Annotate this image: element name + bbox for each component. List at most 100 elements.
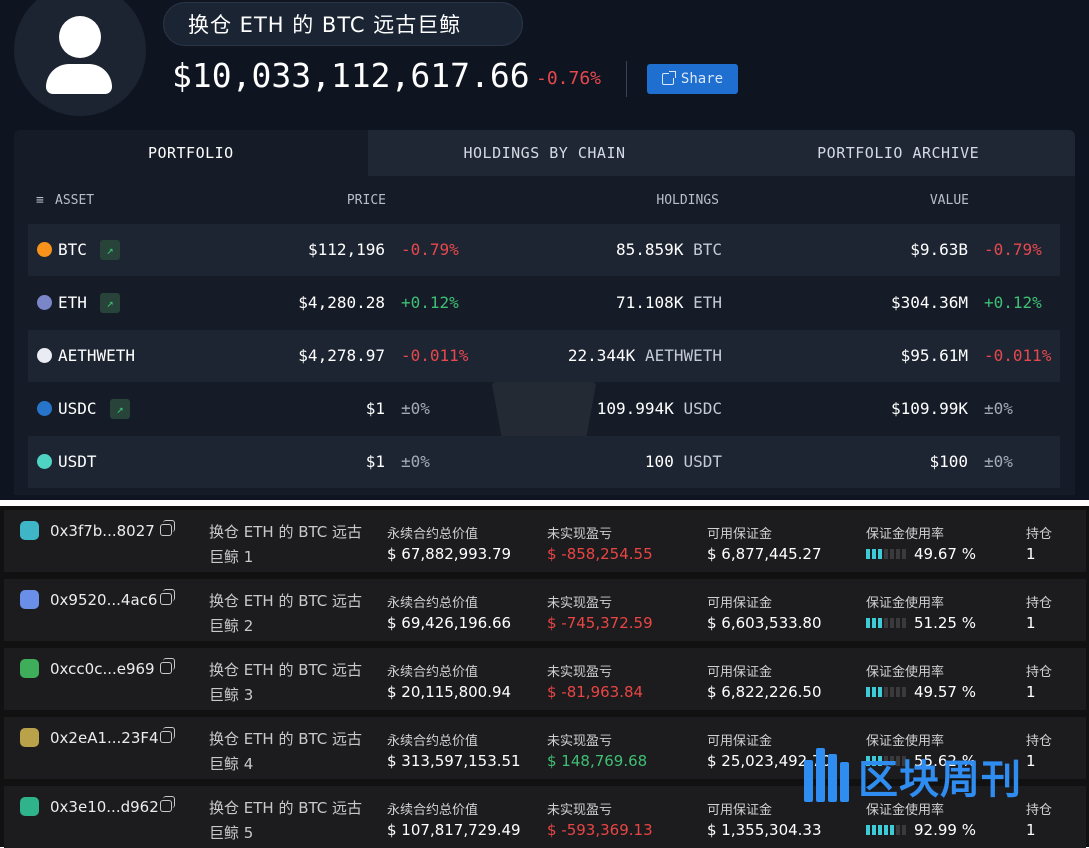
- copy-icon[interactable]: [160, 589, 175, 605]
- trend-chart-icon[interactable]: ↗: [110, 399, 130, 419]
- margin-label: 可用保证金: [707, 803, 773, 818]
- wallet-avatar-icon: [20, 521, 39, 540]
- wallet-name-line1: 换仓 ETH 的 BTC 远古: [209, 592, 363, 610]
- holdings-unit: ETH: [693, 293, 722, 312]
- wallet-avatar-icon: [20, 590, 39, 609]
- holdings-cell: 109.994K USDC: [597, 399, 722, 418]
- aave-weth-icon: [37, 348, 52, 363]
- asset-symbol[interactable]: USDT: [58, 452, 97, 471]
- asset-symbol[interactable]: ETH: [58, 293, 87, 312]
- count-label: 持仓: [1026, 596, 1053, 611]
- wallet-name-line1: 换仓 ETH 的 BTC 远古: [209, 661, 363, 679]
- count-label: 持仓: [1026, 803, 1053, 818]
- util-value: 51.25 %: [914, 614, 976, 632]
- column-holdings[interactable]: HOLDINGS: [656, 193, 719, 208]
- wallet-address[interactable]: 0x3f7b...8027: [50, 522, 155, 540]
- ethereum-icon: [37, 295, 52, 310]
- total-change: -0.76%: [536, 68, 602, 89]
- count-label: 持仓: [1026, 527, 1053, 542]
- holdings-unit: AETHWETH: [644, 346, 722, 365]
- table-row[interactable]: BTC ↗ $112,196 -0.79% 85.859K BTC $9.63B -0.79…: [28, 224, 1060, 276]
- notional-value: $ 67,882,993.79: [387, 545, 512, 563]
- portfolio-panel: PORTFOLIO HOLDINGS BY CHAIN PORTFOLIO AR…: [14, 130, 1075, 495]
- wallet-name-line2: 巨鲸 4: [209, 755, 254, 773]
- asset-value: $304.36M: [890, 293, 968, 312]
- upnl-label: 未实现盈亏: [547, 596, 613, 611]
- asset-value: $9.63B: [910, 240, 968, 259]
- wallet-name-line1: 换仓 ETH 的 BTC 远古: [209, 523, 363, 541]
- wallet-address[interactable]: 0x9520...4ac6: [50, 591, 157, 609]
- copy-icon[interactable]: [160, 796, 175, 812]
- util-label: 保证金使用率: [866, 596, 945, 611]
- table-row[interactable]: AETHWETH $4,278.97 -0.011% 22.344K AETHWETH…: [28, 330, 1060, 382]
- util-value: 92.99 %: [914, 821, 976, 839]
- asset-symbol[interactable]: USDC: [58, 399, 97, 418]
- column-value[interactable]: VALUE: [930, 193, 969, 208]
- logo-text: 区块周刊: [858, 757, 1022, 803]
- upnl-label: 未实现盈亏: [547, 803, 613, 818]
- tether-icon: [37, 454, 52, 469]
- list-item[interactable]: 0xcc0c...e969 换仓 ETH 的 BTC 远古 巨鲸 3 永续合约总价值 $…: [4, 648, 1086, 710]
- count-label: 持仓: [1026, 734, 1053, 749]
- list-item[interactable]: 0x9520...4ac6 换仓 ETH 的 BTC 远古 巨鲸 2 永续合约总价值 $…: [4, 579, 1086, 641]
- margin-value: $ 1,355,304.33: [707, 821, 822, 839]
- wallet-name-line2: 巨鲸 2: [209, 617, 254, 635]
- table-row[interactable]: USDT $1 ±0% 100 USDT $100 ±0%: [28, 436, 1060, 488]
- margin-value: $ 6,822,226.50: [707, 683, 822, 701]
- holdings-cell: 22.344K AETHWETH: [568, 346, 722, 365]
- table-row[interactable]: ETH ↗ $4,280.28 +0.12% 71.108K ETH $304.36M +0…: [28, 277, 1060, 329]
- tab-holdings-by-chain[interactable]: HOLDINGS BY CHAIN: [367, 130, 722, 176]
- holdings-cell: 100 USDT: [645, 452, 722, 471]
- holdings-amount: 71.108K: [616, 293, 684, 312]
- holdings-unit: USDT: [683, 452, 722, 471]
- tab-portfolio-archive[interactable]: PORTFOLIO ARCHIVE: [721, 130, 1075, 176]
- site-logo: 区块周刊: [802, 744, 1022, 808]
- asset-value: $109.99K: [890, 399, 968, 418]
- wallet-avatar-icon: [20, 728, 39, 747]
- notional-label: 永续合约总价值: [387, 596, 479, 611]
- holdings-amount: 22.344K: [567, 346, 636, 365]
- bitcoin-icon: [37, 242, 52, 257]
- util-label: 保证金使用率: [866, 527, 945, 542]
- upnl-value: $ -81,963.84: [547, 683, 644, 701]
- wallet-address[interactable]: 0x2eA1...23F4: [50, 729, 159, 747]
- notional-label: 永续合约总价值: [387, 803, 479, 818]
- upnl-label: 未实现盈亏: [547, 734, 613, 749]
- holdings-cell: 85.859K BTC: [616, 240, 722, 259]
- margin-usage-bar: [866, 825, 906, 835]
- table-row[interactable]: USDC ↗ $1 ±0% 109.994K USDC $109.99K ±0%: [28, 383, 1060, 435]
- util-value: 49.67 %: [914, 545, 976, 563]
- notional-value: $ 107,817,729.49: [387, 821, 521, 839]
- notional-label: 永续合约总价值: [387, 665, 479, 680]
- holdings-unit: BTC: [693, 240, 722, 259]
- margin-usage-bar: [866, 687, 906, 697]
- upnl-value: $ -858,254.55: [547, 545, 653, 563]
- wallet-name-line1: 换仓 ETH 的 BTC 远古: [209, 730, 363, 748]
- sort-icon[interactable]: ≡: [36, 193, 44, 208]
- trend-chart-icon[interactable]: ↗: [100, 240, 120, 260]
- column-asset[interactable]: ASSET: [55, 193, 94, 208]
- usdc-icon: [37, 401, 52, 416]
- position-count: 1: [1026, 683, 1036, 701]
- copy-icon[interactable]: [160, 520, 175, 536]
- position-count: 1: [1026, 545, 1036, 563]
- copy-icon[interactable]: [160, 658, 175, 674]
- wallet-address[interactable]: 0x3e10...d962: [50, 798, 159, 816]
- column-price[interactable]: PRICE: [347, 193, 386, 208]
- share-button[interactable]: Share: [647, 64, 738, 94]
- asset-symbol[interactable]: AETHWETH: [58, 346, 135, 365]
- trend-chart-icon[interactable]: ↗: [100, 293, 120, 313]
- wallet-address[interactable]: 0xcc0c...e969: [50, 660, 155, 678]
- tab-portfolio[interactable]: PORTFOLIO: [14, 130, 368, 176]
- position-count: 1: [1026, 614, 1036, 632]
- asset-symbol[interactable]: BTC: [58, 240, 87, 259]
- holdings-unit: USDC: [683, 399, 722, 418]
- portfolio-screen: 换仓 ETH 的 BTC 远古巨鲸 $10,033,112,617.66 -0.…: [0, 0, 1089, 500]
- upnl-value: $ 148,769.68: [547, 752, 648, 770]
- holdings-amount: 109.994K: [596, 399, 674, 418]
- copy-icon[interactable]: [160, 727, 175, 743]
- list-item[interactable]: 0x3f7b...8027 换仓 ETH 的 BTC 远古 巨鲸 1 永续合约总价值 $…: [4, 510, 1086, 572]
- entity-title: 换仓 ETH 的 BTC 远古巨鲸: [163, 2, 523, 46]
- wallet-avatar-icon: [20, 797, 39, 816]
- external-link-icon: [661, 71, 676, 85]
